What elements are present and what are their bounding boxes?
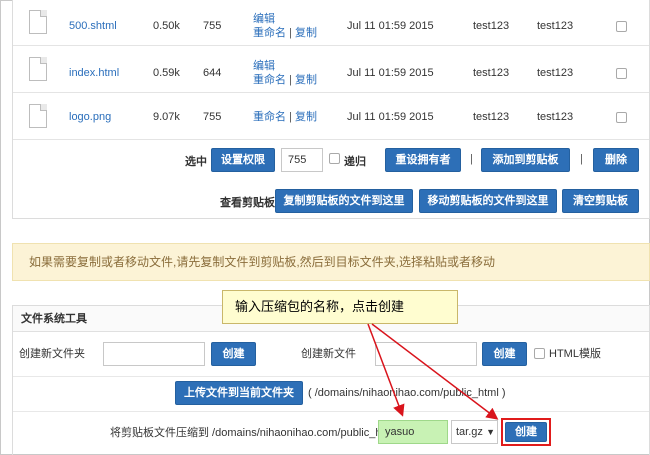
file-select-checkbox[interactable] — [616, 68, 627, 79]
add-to-clipboard-button[interactable]: 添加到剪贴板 — [481, 148, 570, 172]
file-list-panel: 500.shtml 0.50k 755 编辑 重命名 | 复制 Jul 11 0… — [12, 0, 650, 219]
reset-owner-button[interactable]: 重设拥有者 — [385, 148, 461, 172]
clipboard-notice: 如果需要复制或者移动文件,请先复制文件到剪贴板,然后到目标文件夹,选择粘贴或者移… — [12, 243, 650, 281]
file-row: 500.shtml 0.50k 755 编辑 重命名 | 复制 Jul 11 0… — [13, 0, 649, 46]
edit-link[interactable]: 编辑 — [253, 13, 275, 26]
create-folder-button[interactable]: 创建 — [211, 342, 256, 366]
archive-format-value: tar.gz — [456, 426, 483, 438]
file-select-checkbox[interactable] — [616, 21, 627, 32]
upload-file-button[interactable]: 上传文件到当前文件夹 — [175, 381, 303, 405]
set-permission-button[interactable]: 设置权限 — [211, 148, 275, 172]
file-actions: 重命名 | 复制 — [253, 74, 317, 87]
file-group: test123 — [537, 67, 574, 79]
file-size: 0.59k — [153, 67, 180, 79]
file-permission: 644 — [203, 67, 222, 79]
copy-clipboard-here-button[interactable]: 复制剪贴板的文件到这里 — [275, 189, 413, 213]
file-select-checkbox[interactable] — [616, 112, 627, 123]
copy-link[interactable]: 复制 — [295, 74, 317, 86]
file-name-link[interactable]: 500.shtml — [69, 20, 117, 33]
selection-label: 选中 — [185, 156, 207, 168]
edit-link[interactable]: 编辑 — [253, 60, 275, 73]
recursive-checkbox[interactable] — [329, 153, 340, 164]
view-clipboard-label[interactable]: 查看剪贴板 — [220, 194, 275, 210]
move-clipboard-here-button[interactable]: 移动剪贴板的文件到这里 — [419, 189, 557, 213]
upload-path: ( /domains/nihaonihao.com/public_html ) — [308, 387, 506, 399]
clear-clipboard-button[interactable]: 清空剪贴板 — [562, 189, 639, 213]
file-name-link[interactable]: index.html — [69, 67, 119, 80]
html-template-checkbox[interactable] — [534, 348, 545, 359]
file-permission: 755 — [203, 20, 222, 32]
action-separator: | — [289, 74, 292, 86]
file-actions: 重命名 | 复制 — [253, 27, 317, 40]
file-actions: 重命名 | 复制 — [253, 111, 317, 124]
file-group: test123 — [537, 20, 574, 32]
copy-link[interactable]: 复制 — [295, 27, 317, 39]
file-system-tools-panel: 文件系统工具 创建新文件夹 创建 创建新文件 创建 HTML模版 上传文件到当前… — [12, 305, 650, 455]
new-folder-input[interactable] — [103, 342, 205, 366]
toolbar-separator: | — [580, 153, 583, 165]
compress-label: 将剪贴板文件压缩到 /domains/nihaonihao.com/public… — [110, 427, 400, 439]
action-separator: | — [289, 27, 292, 39]
file-owner: test123 — [473, 111, 510, 123]
file-name-link[interactable]: logo.png — [69, 111, 111, 124]
selection-bar: 选中 设置权限 755 递归 重设拥有者 | 添加到剪贴板 | 删除 — [13, 141, 649, 178]
file-size: 9.07k — [153, 111, 180, 123]
clipboard-bar: 查看剪贴板 复制剪贴板的文件到这里 移动剪贴板的文件到这里 清空剪贴板 — [13, 180, 649, 218]
create-archive-button[interactable]: 创建 — [505, 422, 547, 442]
file-group: test123 — [537, 111, 574, 123]
archive-name-input[interactable]: yasuo — [378, 420, 448, 444]
rename-link[interactable]: 重命名 — [253, 27, 286, 39]
file-owner: test123 — [473, 20, 510, 32]
new-file-label: 创建新文件 — [301, 348, 356, 360]
action-separator: | — [289, 111, 292, 123]
divider — [13, 411, 649, 412]
create-file-button[interactable]: 创建 — [482, 342, 527, 366]
annotation-callout: 输入压缩包的名称，点击创建 — [222, 290, 458, 324]
permission-input[interactable]: 755 — [281, 148, 323, 172]
toolbar-separator: | — [470, 153, 473, 165]
new-folder-label: 创建新文件夹 — [19, 348, 85, 360]
file-permission: 755 — [203, 111, 222, 123]
chevron-down-icon: ▼ — [486, 427, 495, 437]
file-row: logo.png 9.07k 755 重命名 | 复制 Jul 11 01:59… — [13, 94, 649, 140]
archive-format-select[interactable]: tar.gz ▼ — [451, 420, 498, 444]
recursive-label: 递归 — [344, 156, 366, 168]
delete-button[interactable]: 删除 — [593, 148, 639, 172]
new-file-input[interactable] — [375, 342, 477, 366]
file-modified: Jul 11 01:59 2015 — [347, 67, 434, 79]
divider — [13, 376, 649, 377]
file-row: index.html 0.59k 644 编辑 重命名 | 复制 Jul 11 … — [13, 47, 649, 93]
file-modified: Jul 11 01:59 2015 — [347, 20, 434, 32]
file-icon — [29, 10, 47, 34]
rename-link[interactable]: 重命名 — [253, 74, 286, 86]
file-owner: test123 — [473, 67, 510, 79]
html-template-label: HTML模版 — [549, 348, 601, 360]
rename-link[interactable]: 重命名 — [253, 111, 286, 123]
copy-link[interactable]: 复制 — [295, 111, 317, 123]
file-modified: Jul 11 01:59 2015 — [347, 111, 434, 123]
file-icon — [29, 104, 47, 128]
file-icon — [29, 57, 47, 81]
file-size: 0.50k — [153, 20, 180, 32]
